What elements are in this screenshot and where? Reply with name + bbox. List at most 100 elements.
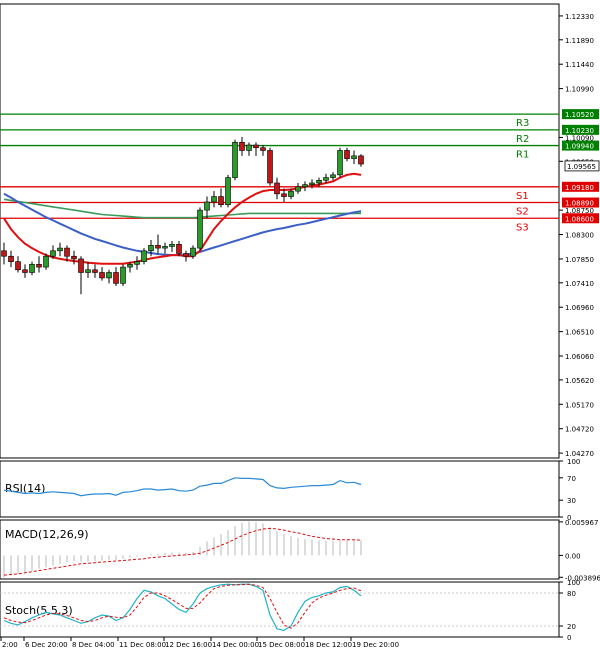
candle-body [141, 250, 147, 262]
current-price-label: 1.09565 [567, 163, 596, 171]
price-tick-label: 1.04270 [565, 450, 594, 458]
candle-body [267, 150, 273, 184]
rsi-tick-label: 100 [567, 458, 580, 466]
candle-body [43, 255, 49, 268]
candle-body [155, 245, 161, 249]
candle-body [120, 266, 126, 284]
level-label-s1: S1 [516, 191, 529, 202]
candle-body [183, 253, 189, 257]
candle-body [239, 142, 245, 151]
candle-body [15, 261, 21, 271]
level-tag-value: 1.09940 [565, 143, 594, 151]
candle-body [113, 272, 119, 284]
price-tick-label: 1.11890 [565, 37, 594, 45]
candle-body [64, 247, 70, 257]
current-price-tag: 1.09565 [564, 160, 600, 172]
price-tick-label: 1.06510 [565, 329, 594, 337]
macd-tick-label: 0.00 [565, 552, 581, 560]
candle-body [295, 186, 301, 192]
candle-body [337, 150, 343, 176]
candle-body [218, 196, 224, 205]
candle-body [246, 144, 252, 151]
level-label-s3: S3 [516, 222, 529, 233]
candle-body [127, 264, 133, 268]
stoch-tick-label: 0 [567, 634, 571, 642]
price-tick-label: 1.07850 [565, 256, 594, 264]
candle-body [8, 255, 14, 262]
candle-body [99, 272, 105, 279]
candle-body [71, 255, 77, 260]
time-tick-label: 15 Dec 08:00 [258, 641, 305, 649]
candle-body [330, 174, 336, 178]
time-tick-label: 19 Dec 20:00 [352, 641, 399, 649]
time-tick-label: 14 Dec 00:00 [212, 641, 259, 649]
price-tick-label: 1.11440 [565, 61, 594, 69]
trading-chart: 1.123301.118901.114401.109901.100901.096… [0, 0, 600, 653]
candle-body [22, 269, 28, 273]
candle-body [197, 209, 203, 249]
price-tick-label: 1.05170 [565, 401, 594, 409]
candle-body [344, 150, 350, 159]
candle-body [134, 261, 140, 265]
level-label-r3: R3 [516, 118, 529, 129]
candle-body [316, 179, 322, 184]
price-tick-label: 1.04720 [565, 426, 594, 434]
candle-body [148, 245, 154, 252]
stoch-tick-label: 80 [567, 590, 576, 598]
chart-background [0, 0, 600, 653]
macd-title: MACD(12,26,9) [5, 528, 89, 541]
rsi-tick-label: 70 [567, 475, 576, 483]
candle-body [253, 144, 259, 149]
price-tick-label: 1.05620 [565, 377, 594, 385]
price-tick-label: 1.07410 [565, 280, 594, 288]
level-tag-value: 1.10520 [565, 111, 594, 119]
candle-body [281, 193, 287, 197]
candle-body [309, 182, 315, 185]
rsi-tick-label: 30 [567, 497, 576, 505]
candle-body [211, 196, 217, 203]
candle-body [225, 177, 231, 205]
candle-body [190, 247, 196, 257]
candle-body [274, 182, 280, 195]
time-tick-label: 11 Dec 08:00 [119, 641, 166, 649]
price-tick-label: 1.10990 [565, 86, 594, 94]
candle-body [106, 272, 112, 279]
level-label-r1: R1 [516, 150, 529, 161]
candle-body [351, 155, 357, 159]
level-tag-value: 1.08890 [565, 200, 594, 208]
time-tick-label: 6 Dec 20:00 [25, 641, 68, 649]
candle-body [85, 269, 91, 273]
price-tick-label: 1.12330 [565, 13, 594, 21]
candle-body [169, 243, 175, 247]
candle-body [358, 155, 364, 165]
candle-body [57, 247, 63, 252]
level-tag-value: 1.10230 [565, 127, 594, 135]
candle-body [50, 250, 56, 257]
level-label-r2: R2 [516, 134, 529, 145]
macd-tick-label: 0.005967 [565, 519, 598, 527]
candle-body [204, 201, 210, 211]
candle-body [1, 250, 7, 257]
candle-body [323, 177, 329, 181]
candle-body [176, 243, 182, 254]
time-tick-label: 8 Dec 04:00 [72, 641, 115, 649]
candle-body [92, 269, 98, 273]
price-tick-label: 1.06060 [565, 353, 594, 361]
candle-body [162, 246, 168, 249]
chart-svg: 1.123301.118901.114401.109901.100901.096… [0, 0, 600, 653]
stoch-tick-label: 100 [567, 579, 580, 587]
level-tag-value: 1.09180 [565, 184, 594, 192]
time-tick-label: 18 Dec 12:00 [305, 641, 352, 649]
level-tag-value: 1.08600 [565, 215, 594, 223]
time-tick-label: 12 Dec 16:00 [165, 641, 212, 649]
candle-body [232, 142, 238, 178]
candle-body [29, 264, 35, 273]
time-tick-label: 2:00 [2, 641, 18, 649]
candle-body [302, 184, 308, 188]
level-label-s2: S2 [516, 207, 529, 218]
candle-body [288, 190, 294, 197]
price-tick-label: 1.06960 [565, 304, 594, 312]
candle-body [78, 258, 84, 273]
candle-body [260, 147, 266, 151]
stoch-tick-label: 20 [567, 623, 576, 631]
